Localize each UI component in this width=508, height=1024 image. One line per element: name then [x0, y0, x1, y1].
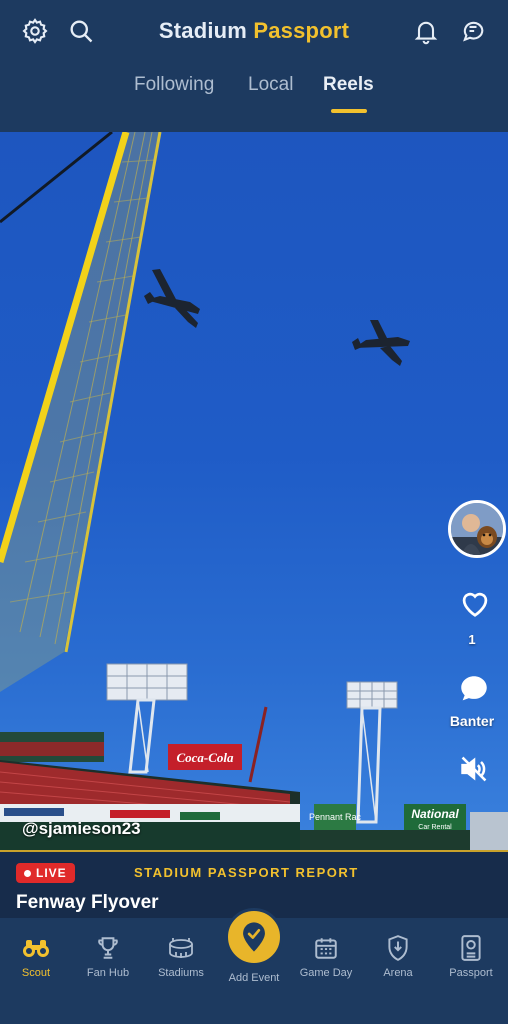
app-title-part1: Stadium	[158, 18, 248, 43]
author-handle[interactable]: @sjamieson23	[22, 819, 141, 839]
overhead-wire	[0, 132, 113, 224]
like-count: 1	[468, 632, 476, 647]
c130-plane-left	[144, 269, 200, 328]
nav-passport-label: Passport	[449, 967, 493, 979]
background-building	[470, 812, 508, 850]
nav-game-day-label: Game Day	[299, 967, 353, 979]
sign-left-text: Pennant Rac	[309, 812, 362, 822]
passport-icon	[457, 934, 485, 962]
active-tab-indicator	[331, 109, 367, 113]
speaker-muted-icon[interactable]	[458, 755, 490, 788]
coca-cola-text: Coca-Cola	[176, 750, 234, 765]
live-label: LIVE	[36, 866, 67, 880]
nav-fan-hub[interactable]: Fan Hub	[72, 918, 144, 1008]
light-tower-right	[346, 681, 398, 824]
reel-video-frame: Coca-Cola Pennant Rac National Car Renta	[0, 132, 508, 850]
tab-reels[interactable]: Reels	[323, 74, 374, 96]
foul-pole	[0, 132, 162, 692]
outfield-sign-right: National Car Rental	[404, 804, 466, 832]
chat-bubbles-icon[interactable]	[456, 14, 490, 48]
checkmark-pin-icon	[243, 922, 265, 952]
add-event-label[interactable]: Add Event	[214, 972, 294, 984]
report-section-label: STADIUM PASSPORT REPORT	[134, 865, 359, 880]
app-title-part2: Passport	[253, 18, 350, 43]
shield-icon	[384, 934, 412, 962]
trophy-icon	[94, 934, 122, 962]
banter-label[interactable]: Banter	[428, 713, 508, 729]
tab-following[interactable]: Following	[134, 74, 214, 96]
c130-plane-right	[352, 320, 410, 366]
nav-stadiums[interactable]: Stadiums	[145, 918, 217, 1008]
report-title[interactable]: Fenway Flyover	[16, 892, 159, 914]
stadium-icon	[167, 934, 195, 962]
nav-game-day[interactable]: Game Day	[290, 918, 362, 1008]
nav-arena-label: Arena	[383, 967, 413, 979]
outfield-sign-left: Pennant Rac	[309, 804, 362, 830]
live-dot-icon	[24, 869, 31, 877]
crane-mast	[248, 706, 268, 783]
heart-icon[interactable]	[458, 588, 492, 623]
feed-tabs: Following Local Reels	[0, 74, 508, 114]
bottom-nav: Scout Fan Hub Stadiums Add Event Game Da…	[0, 908, 508, 1024]
coca-cola-sign: Coca-Cola	[168, 744, 242, 770]
reel-video[interactable]: Coca-Cola Pennant Rac National Car Renta	[0, 132, 508, 850]
nav-stadiums-label: Stadiums	[158, 967, 204, 979]
author-avatar[interactable]	[448, 500, 506, 558]
nav-fan-hub-label: Fan Hub	[86, 967, 130, 979]
app-header: Stadium Passport Following Local Reels	[0, 0, 508, 132]
nav-scout[interactable]: Scout	[0, 918, 72, 1008]
bell-icon[interactable]	[409, 14, 443, 48]
tab-local[interactable]: Local	[248, 74, 293, 96]
nav-scout-label: Scout	[21, 967, 51, 979]
sign-right-text: National	[411, 807, 459, 821]
speech-bubble-icon[interactable]	[457, 672, 491, 711]
binoculars-icon	[22, 934, 50, 962]
nav-passport[interactable]: Passport	[435, 918, 507, 1008]
add-event-button[interactable]	[225, 908, 283, 966]
sign-right-sub-text: Car Rental	[418, 824, 452, 831]
calendar-icon	[312, 934, 340, 962]
nav-arena[interactable]: Arena	[362, 918, 434, 1008]
live-badge: LIVE	[16, 863, 75, 883]
